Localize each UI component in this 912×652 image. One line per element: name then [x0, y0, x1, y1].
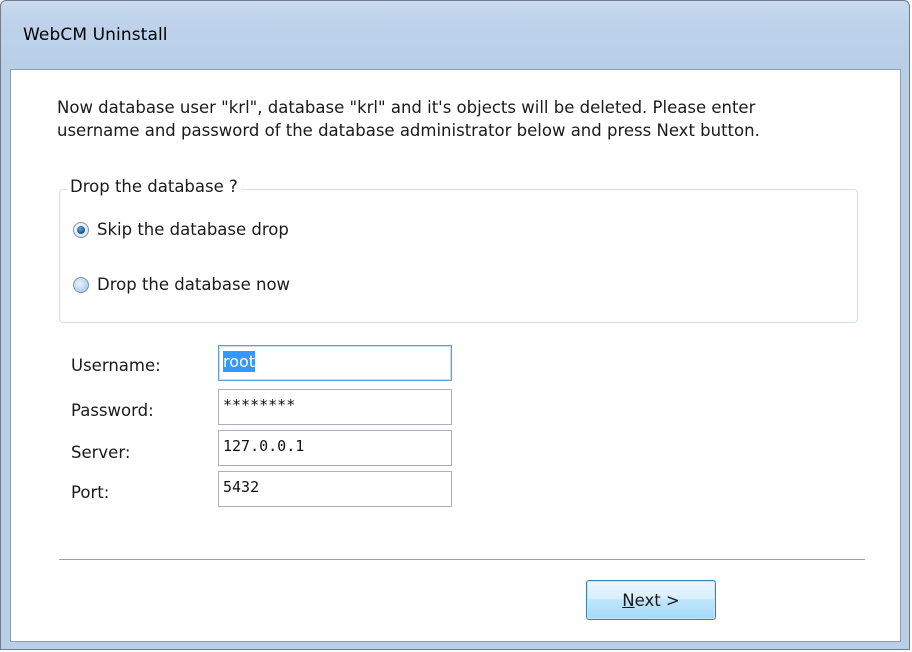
skip-drop-label: Skip the database drop [97, 220, 289, 239]
button-separator [59, 559, 865, 561]
password-label: Password: [71, 401, 154, 420]
server-input[interactable]: 127.0.0.1 [218, 430, 452, 466]
next-button[interactable]: Next > [586, 580, 716, 620]
skip-drop-radio[interactable]: Skip the database drop [73, 220, 289, 239]
drop-database-group-title: Drop the database ? [67, 177, 241, 196]
username-input[interactable]: root [218, 345, 452, 381]
instructions-text: Now database user "krl", database "krl" … [57, 96, 857, 142]
next-button-label: ext > [634, 590, 680, 610]
radio-checked-icon [73, 221, 89, 238]
username-label: Username: [71, 356, 161, 375]
title-bar[interactable]: WebCM Uninstall [1, 1, 909, 67]
drop-now-radio[interactable]: Drop the database now [73, 275, 290, 294]
radio-unchecked-icon [73, 276, 89, 293]
port-input[interactable]: 5432 [218, 471, 452, 507]
next-button-mnemonic: N [622, 590, 635, 610]
instructions-line-2: username and password of the database ad… [57, 121, 760, 140]
username-value: root [223, 351, 256, 372]
server-value: 127.0.0.1 [223, 437, 305, 455]
port-value: 5432 [223, 478, 260, 496]
drop-now-label: Drop the database now [97, 275, 291, 294]
password-input[interactable]: ******** [218, 389, 452, 425]
instructions-line-1: Now database user "krl", database "krl" … [57, 98, 756, 117]
password-value: ******** [223, 396, 296, 414]
drop-database-group [59, 189, 858, 323]
window-title: WebCM Uninstall [23, 25, 168, 45]
dialog-content: Now database user "krl", database "krl" … [10, 69, 901, 642]
server-label: Server: [71, 443, 131, 462]
port-label: Port: [71, 483, 110, 502]
dialog-window: WebCM Uninstall Now database user "krl",… [0, 0, 910, 650]
